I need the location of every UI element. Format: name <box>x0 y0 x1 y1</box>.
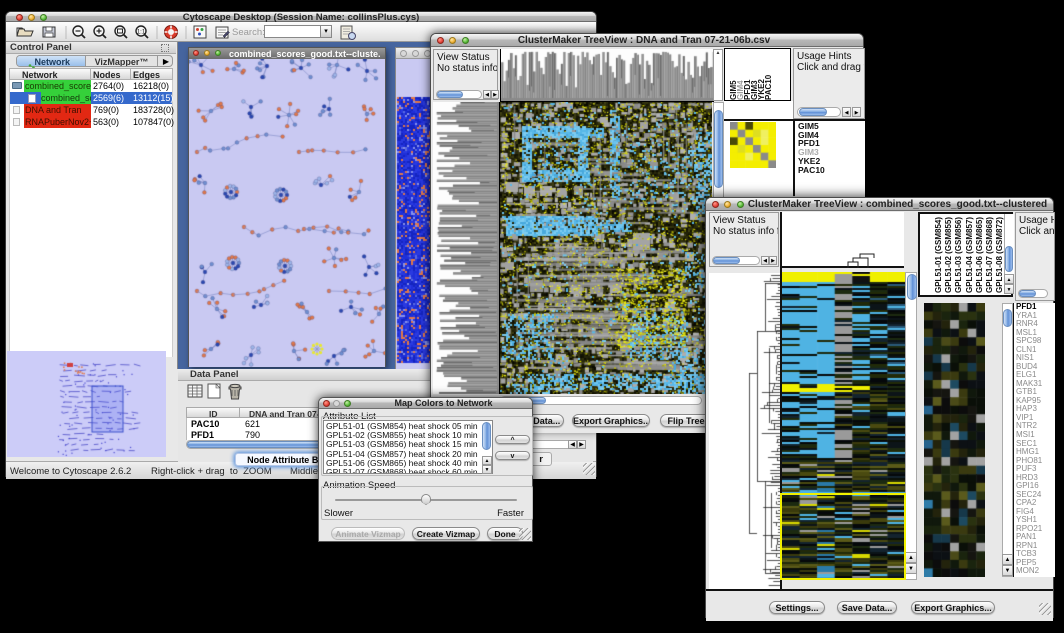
svg-text:1:1: 1:1 <box>137 30 146 36</box>
